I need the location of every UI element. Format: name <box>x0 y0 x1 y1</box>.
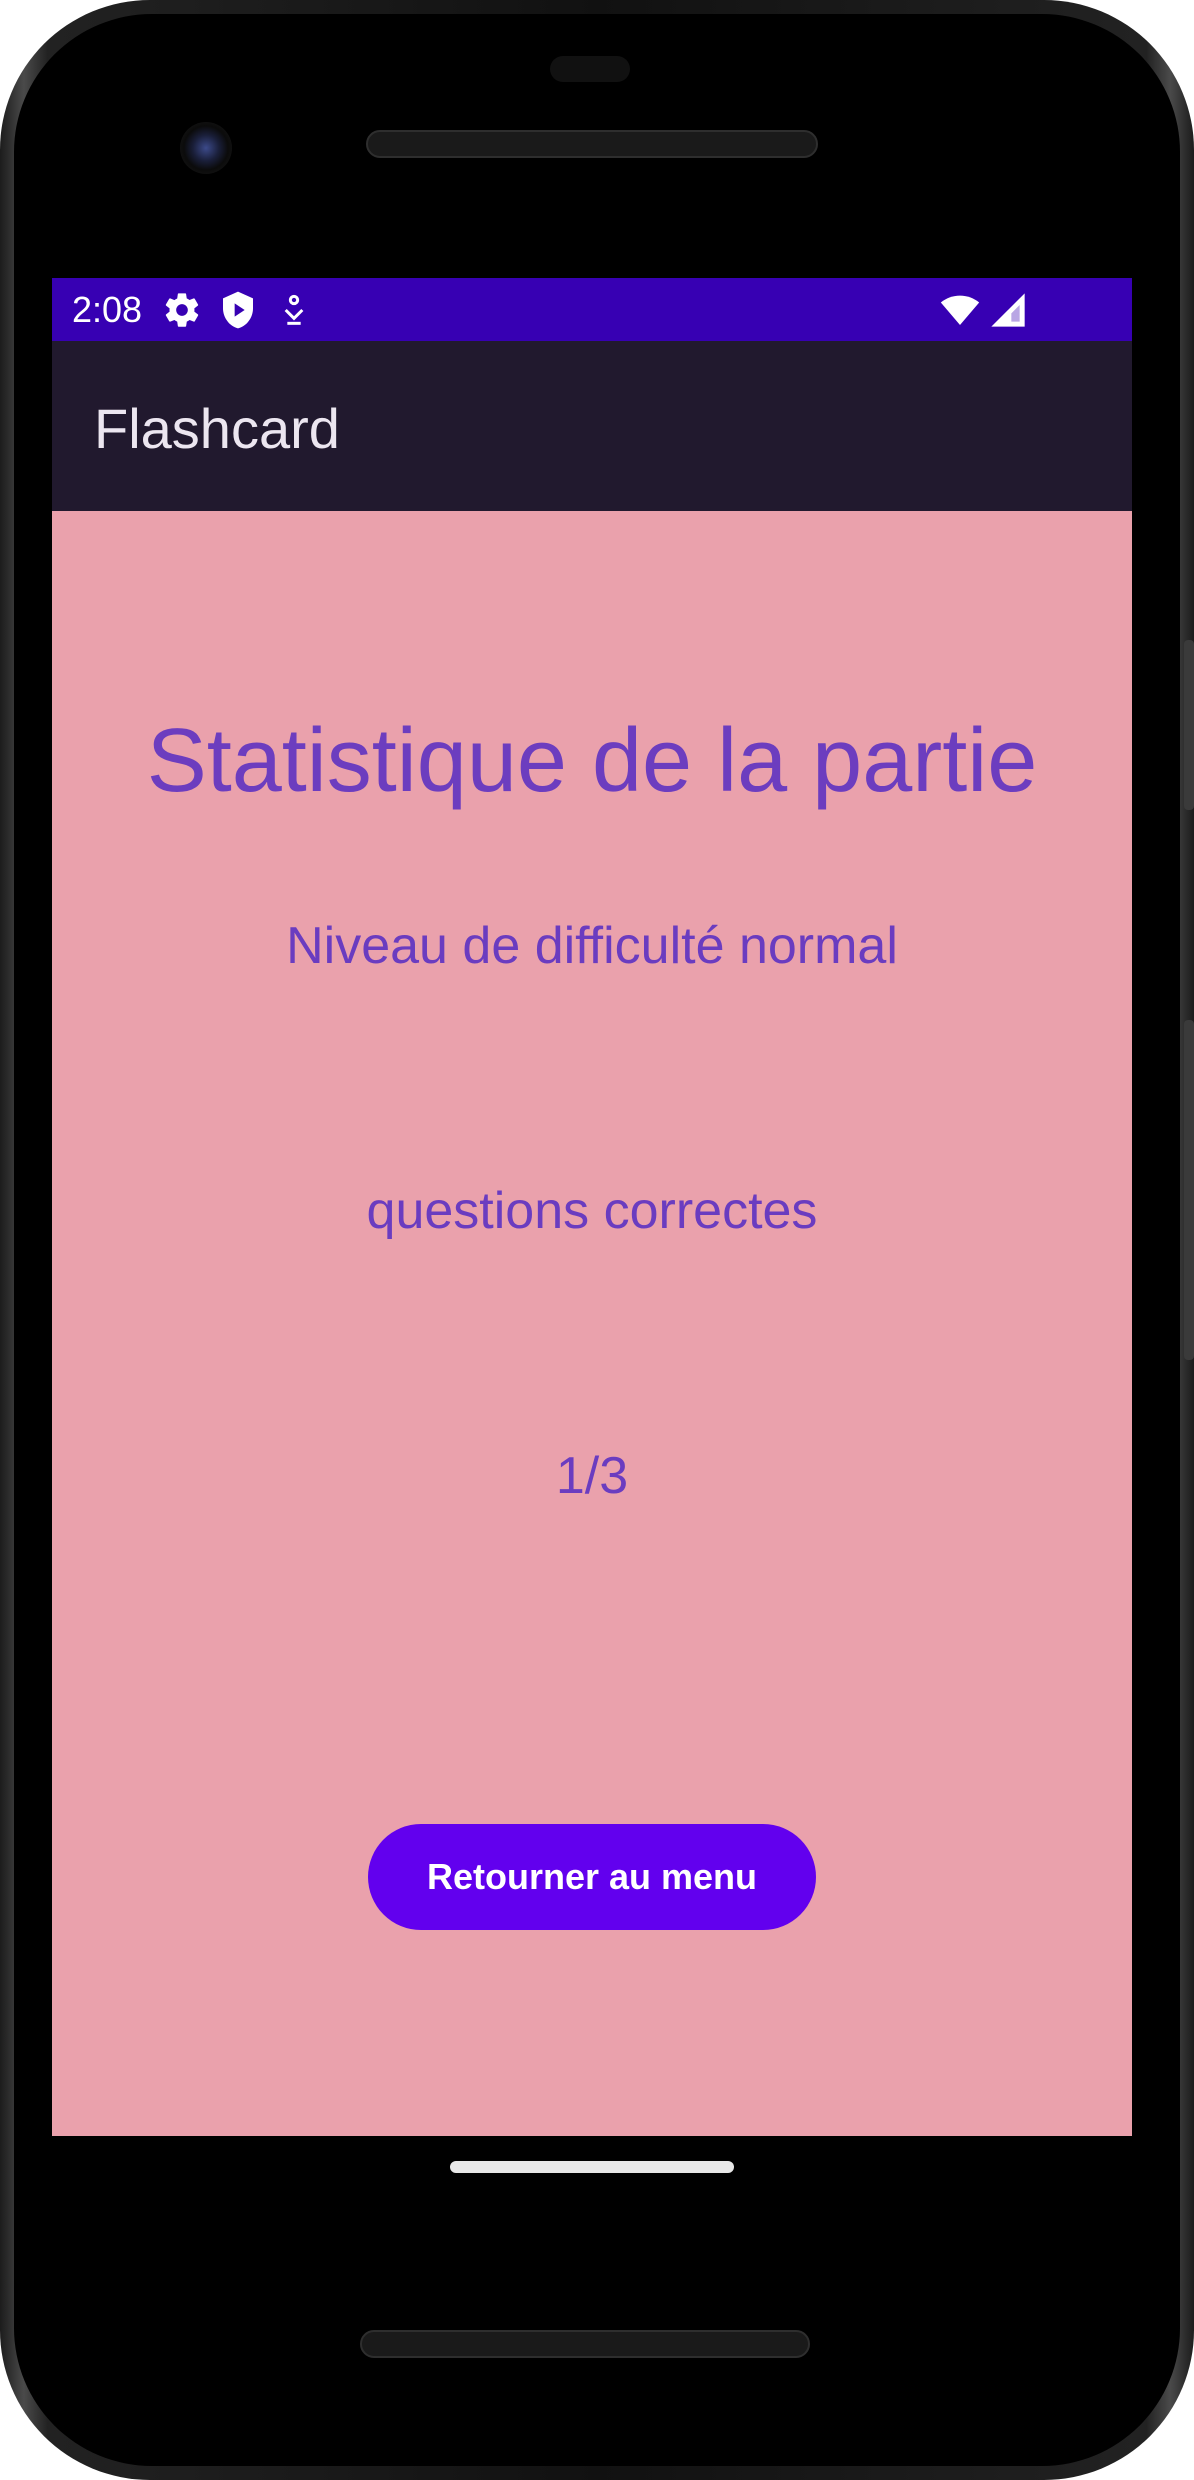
phone-frame: 2:08 Flashcard Statistique de la partie … <box>0 0 1194 2480</box>
score-value: 1/3 <box>555 1447 629 1505</box>
power-button <box>1184 640 1194 810</box>
download-person-icon <box>284 294 304 325</box>
volume-button <box>1184 1020 1194 1360</box>
bottom-speaker <box>360 2330 810 2358</box>
shield-play-icon <box>223 291 253 329</box>
cellular-signal-icon <box>991 293 1025 327</box>
gear-icon <box>165 293 199 327</box>
difficulty-label: Niveau de difficulté normal <box>286 917 898 975</box>
back-to-menu-button[interactable]: Retourner au menu <box>368 1824 816 1930</box>
wifi-icon <box>940 295 980 325</box>
screen: 2:08 Flashcard Statistique de la partie … <box>52 278 1132 2136</box>
correct-questions-label: questions correctes <box>366 1182 818 1240</box>
page-title: Statistique de la partie <box>146 711 1038 811</box>
proximity-sensor <box>550 56 630 82</box>
earpiece-speaker <box>366 130 818 158</box>
home-gesture-bar[interactable] <box>450 2161 734 2173</box>
stats-content: Statistique de la partie Niveau de diffi… <box>52 511 1132 2136</box>
status-bar: 2:08 <box>52 278 1132 341</box>
app-bar: Flashcard <box>52 341 1132 511</box>
app-title: Flashcard <box>94 397 340 460</box>
front-camera <box>180 122 232 174</box>
status-time: 2:08 <box>72 289 143 330</box>
